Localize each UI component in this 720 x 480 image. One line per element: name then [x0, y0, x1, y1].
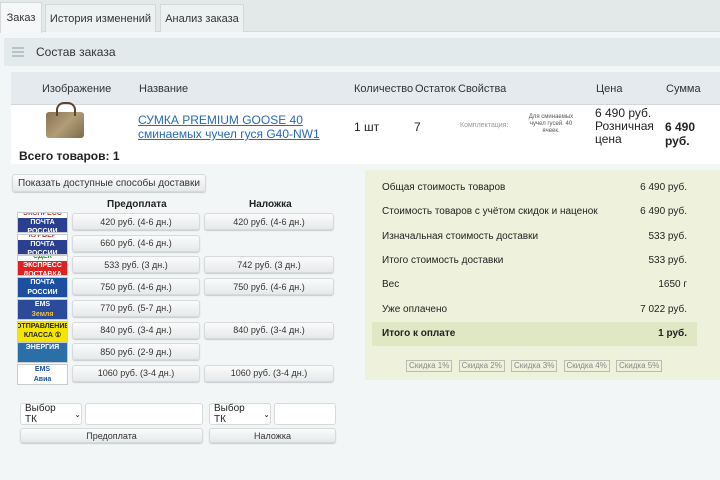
stock: 7	[414, 120, 421, 134]
discount-button[interactable]: Скидка 2%	[458, 360, 505, 372]
product-image[interactable]	[46, 102, 84, 138]
prop-label: Комплектация:	[460, 122, 509, 129]
total-due-value: 1 руб.	[658, 328, 687, 339]
tab-order[interactable]: Заказ	[0, 2, 42, 33]
show-delivery-button[interactable]: Показать доступные способы доставки	[12, 174, 206, 192]
carrier-select-prepay[interactable]: Выбор ТК ⌄	[20, 403, 82, 425]
sum: 6 490 руб.	[665, 120, 696, 148]
prepay-option-button[interactable]: 420 руб. (4-6 дн.)	[72, 213, 200, 230]
col-name: Название	[139, 83, 189, 95]
cod-option-button[interactable]: 750 руб. (4-6 дн.)	[204, 278, 334, 296]
summary-label: Стоимость товаров с учётом скидок и наце…	[382, 206, 598, 218]
discount-button[interactable]: Скидка 3%	[511, 360, 558, 372]
summary-value: 533 руб.	[648, 230, 687, 242]
summary-label: Общая стоимость товаров	[382, 182, 506, 193]
cod-button[interactable]: Наложка	[209, 428, 336, 443]
table-header: Изображение Название Количество Остаток …	[11, 72, 720, 105]
carrier-logo: EMS Авиа	[17, 363, 68, 385]
summary-row: Общая стоимость товаров 6 490 руб.	[382, 182, 687, 193]
summary-label: Изначальная стоимость доставки	[382, 230, 539, 242]
col-stock: Остаток	[415, 83, 456, 95]
col-qty: Количество	[354, 83, 414, 95]
prepay-option-button[interactable]: 533 руб. (3 дн.)	[72, 256, 200, 274]
carrier-select-cod[interactable]: Выбор ТК ⌄	[209, 403, 271, 425]
select-value: Выбор ТК	[25, 403, 56, 425]
chevron-down-icon: ⌄	[263, 409, 270, 419]
quantity: 1 шт	[354, 120, 380, 134]
col-price: Цена	[596, 83, 623, 95]
select-value: Выбор ТК	[214, 403, 245, 425]
menu-icon[interactable]	[12, 47, 24, 57]
summary-value: 7 022 руб.	[640, 303, 687, 315]
carrier-logo: EMS Земля	[17, 298, 68, 320]
summary-row: Стоимость товаров с учётом скидок и наце…	[382, 206, 687, 217]
discount-button[interactable]: Скидка 5%	[616, 360, 663, 372]
carrier-logo: ОТПРАВЛЕНИЕ КЛАССА ①	[17, 320, 68, 342]
summary-row: Вес 1650 г	[382, 279, 687, 290]
total-due-row: Итого к оплате 1 руб.	[372, 322, 697, 346]
summary-value: 6 490 руб.	[640, 206, 687, 218]
cod-option-button[interactable]: 1060 руб. (3-4 дн.)	[204, 364, 334, 382]
col-props: Свойства	[458, 83, 507, 95]
total-items: Всего товаров: 1	[19, 149, 120, 163]
chevron-down-icon: ⌄	[74, 409, 81, 419]
prepay-option-button[interactable]: 1060 руб. (3-4 дн.)	[72, 364, 200, 382]
summary-row: Итого стоимость доставки 533 руб.	[382, 255, 687, 266]
prepay-column-header: Предоплата	[107, 199, 167, 210]
cod-option-button[interactable]: 420 руб. (4-6 дн.)	[204, 213, 334, 230]
prop-value: Для сминаемых чучел гусей. 40 ячеек.	[528, 114, 574, 134]
prepay-input[interactable]	[85, 403, 203, 425]
prepay-option-button[interactable]: 750 руб. (4-6 дн.)	[72, 278, 200, 296]
price: 6 490 руб. Розничная цена	[595, 106, 654, 146]
carrier-logo: ЭКСПРЕСС ПОЧТА РОССИИ	[17, 212, 68, 233]
carrier-logo: КУРЬЕР ПОЧТА РОССИИ	[17, 233, 68, 255]
carrier-logo: СДЕК ЭКСПРЕСС ДОСТАВКА	[17, 255, 68, 277]
tab-bar: Заказ История изменений Анализ заказа	[0, 0, 720, 33]
cod-option-button[interactable]: 840 руб. (3-4 дн.)	[204, 321, 334, 339]
summary-value: 6 490 руб.	[640, 182, 687, 193]
carrier-logo: ПОЧТА РОССИИ	[17, 277, 68, 299]
discount-button[interactable]: Скидка 1%	[406, 360, 453, 372]
cod-column-header: Наложка	[249, 199, 292, 210]
summary-value: 1650 г	[658, 279, 687, 291]
prepay-option-button[interactable]: 850 руб. (2-9 дн.)	[72, 343, 200, 361]
cod-option-button[interactable]: 742 руб. (3 дн.)	[204, 256, 334, 274]
order-panel-header[interactable]: Состав заказа	[4, 38, 720, 66]
summary-value: 533 руб.	[648, 254, 687, 266]
carrier-logo: ЭНЕРГИЯ	[17, 342, 68, 364]
summary-row: Изначальная стоимость доставки 533 руб.	[382, 231, 687, 242]
panel-title: Состав заказа	[36, 45, 116, 59]
summary-label: Вес	[382, 279, 400, 291]
summary-row: Уже оплачено 7 022 руб.	[382, 304, 687, 315]
order-summary: Общая стоимость товаров 6 490 руб. Стоимос…	[365, 170, 720, 380]
col-image: Изображение	[42, 83, 112, 95]
prepay-option-button[interactable]: 840 руб. (3-4 дн.)	[72, 321, 200, 339]
tab-analysis[interactable]: Анализ заказа	[160, 4, 244, 32]
summary-label: Уже оплачено	[382, 303, 448, 315]
prepay-button[interactable]: Предоплата	[20, 428, 203, 443]
col-sum: Сумма	[666, 83, 701, 95]
prepay-option-button[interactable]: 770 руб. (5-7 дн.)	[72, 299, 200, 317]
order-items-table: Изображение Название Количество Остаток …	[11, 72, 720, 164]
total-due-label: Итого к оплате	[382, 328, 456, 339]
product-link[interactable]: СУМКА PREMIUM GOOSE 40 сминаемых чучел гу…	[138, 113, 320, 141]
summary-label: Итого стоимость доставки	[382, 254, 504, 266]
cod-input[interactable]	[274, 403, 336, 425]
discount-button[interactable]: Скидка 4%	[563, 360, 610, 372]
prepay-option-button[interactable]: 660 руб. (4-6 дн.)	[72, 234, 200, 252]
tab-history[interactable]: История изменений	[45, 4, 156, 32]
